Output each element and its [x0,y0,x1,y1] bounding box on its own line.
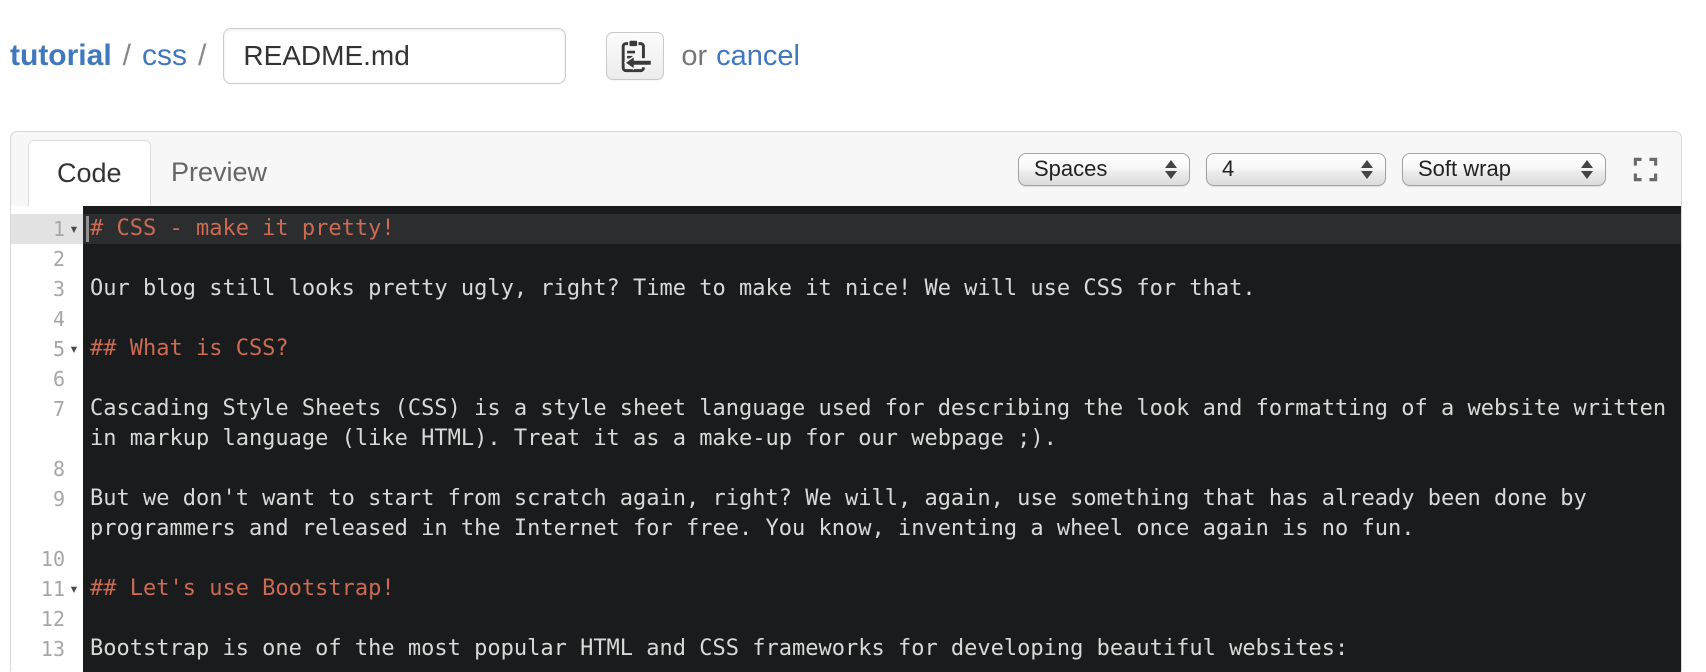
line-number: 13 [40,637,65,661]
code-line[interactable] [83,244,1681,274]
file-template-button[interactable] [606,32,665,80]
code-text: # CSS - make it pretty! [90,216,395,241]
fullscreen-icon [1632,156,1659,183]
code-text: Our blog still looks pretty ugly, right?… [90,276,1256,301]
line-number: 9 [52,487,65,511]
gutter-row: 5 ▾ [11,334,83,364]
indent-size-value: 4 [1222,156,1235,181]
code-line[interactable]: But we don't want to start from scratch … [83,484,1681,514]
line-number: 6 [52,367,65,391]
code-line[interactable]: ## Let's use Bootstrap! [83,574,1681,604]
breadcrumb-repo-link[interactable]: tutorial [10,39,112,73]
wrap-mode-value: Soft wrap [1418,156,1511,181]
editor-controls: Spaces 4 Soft wrap [1002,132,1659,206]
gutter-row [11,424,83,454]
gutter-row: 10 [11,544,83,574]
fold-arrow-icon[interactable]: ▾ [65,214,83,244]
editor-body: 1 ▾ 2 3 4 5 ▾ 6 7 8 9 10 11 ▾ 12 13 # CSS - make it pre… [11,206,1681,672]
code-text: ## Let's use Bootstrap! [90,576,395,601]
gutter-row: 7 [11,394,83,424]
file-editor: Code Preview Spaces 4 Soft wrap 1 ▾ 2 3 … [10,131,1682,672]
gutter-row: 12 [11,604,83,634]
line-number: 12 [40,607,65,631]
line-number: 3 [52,277,65,301]
code-line[interactable]: # CSS - make it pretty! [83,214,1681,244]
filename-input[interactable] [223,28,567,84]
gutter-row: 6 [11,364,83,394]
indent-mode-value: Spaces [1034,156,1108,181]
gutter-row: 8 [11,454,83,484]
gutter-row: 3 [11,274,83,304]
line-number: 4 [52,307,65,331]
tab-preview[interactable]: Preview [143,140,295,206]
code-line[interactable]: in markup language (like HTML). Treat it… [83,424,1681,454]
line-number: 2 [52,247,65,271]
gutter-row: 11 ▾ [11,574,83,604]
editor-code[interactable]: # CSS - make it pretty! Our blog still lo… [83,206,1681,672]
code-line[interactable] [83,544,1681,574]
gutter-row: 4 [11,304,83,334]
code-line[interactable]: ## What is CSS? [83,334,1681,364]
clipboard-arrow-icon [618,38,652,74]
line-number: 1 [52,217,65,241]
code-text: Cascading Style Sheets (CSS) is a style … [90,396,1667,421]
fullscreen-button[interactable] [1632,156,1659,183]
code-line[interactable]: programmers and released in the Internet… [83,514,1681,544]
line-number: 8 [52,457,65,481]
breadcrumb-separator: / [122,39,132,72]
file-header: tutorial / css / or cancel [10,0,800,112]
line-number: 7 [52,397,65,421]
code-line[interactable] [83,364,1681,394]
code-text: ## What is CSS? [90,336,289,361]
gutter-row: 1 ▾ [11,214,83,244]
line-number: 10 [40,547,65,571]
text-cursor [86,216,89,242]
indent-mode-select[interactable]: Spaces [1018,152,1190,186]
fold-arrow-icon[interactable]: ▾ [65,334,83,364]
code-text: in markup language (like HTML). Treat it… [90,426,1057,451]
select-stepper-icon [1361,159,1373,179]
code-text: But we don't want to start from scratch … [90,486,1587,511]
code-text: programmers and released in the Internet… [90,516,1415,541]
code-text: Bootstrap is one of the most popular HTM… [90,636,1349,661]
gutter-row: 2 [11,244,83,274]
line-number: 11 [40,577,65,601]
cancel-link[interactable]: cancel [716,40,800,73]
code-line[interactable]: Bootstrap is one of the most popular HTM… [83,634,1681,664]
fold-arrow-icon[interactable]: ▾ [65,574,83,604]
indent-size-select[interactable]: 4 [1206,152,1386,186]
gutter-row: 13 [11,634,83,664]
gutter-row [11,514,83,544]
select-stepper-icon [1581,159,1593,179]
or-label: or [681,39,708,72]
code-line[interactable]: Our blog still looks pretty ugly, right?… [83,274,1681,304]
wrap-mode-select[interactable]: Soft wrap [1402,152,1606,186]
code-line[interactable]: Cascading Style Sheets (CSS) is a style … [83,394,1681,424]
code-line[interactable] [83,454,1681,484]
select-stepper-icon [1165,159,1177,179]
breadcrumb-folder-link[interactable]: css [142,39,187,73]
breadcrumb-separator: / [198,39,207,72]
editor-gutter: 1 ▾ 2 3 4 5 ▾ 6 7 8 9 10 11 ▾ 12 13 [11,206,83,672]
gutter-row: 9 [11,484,83,514]
code-line[interactable] [83,604,1681,634]
tab-code[interactable]: Code [28,140,151,206]
line-number: 5 [52,337,65,361]
code-line[interactable] [83,304,1681,334]
editor-tabnav: Code Preview Spaces 4 Soft wrap [11,132,1681,206]
